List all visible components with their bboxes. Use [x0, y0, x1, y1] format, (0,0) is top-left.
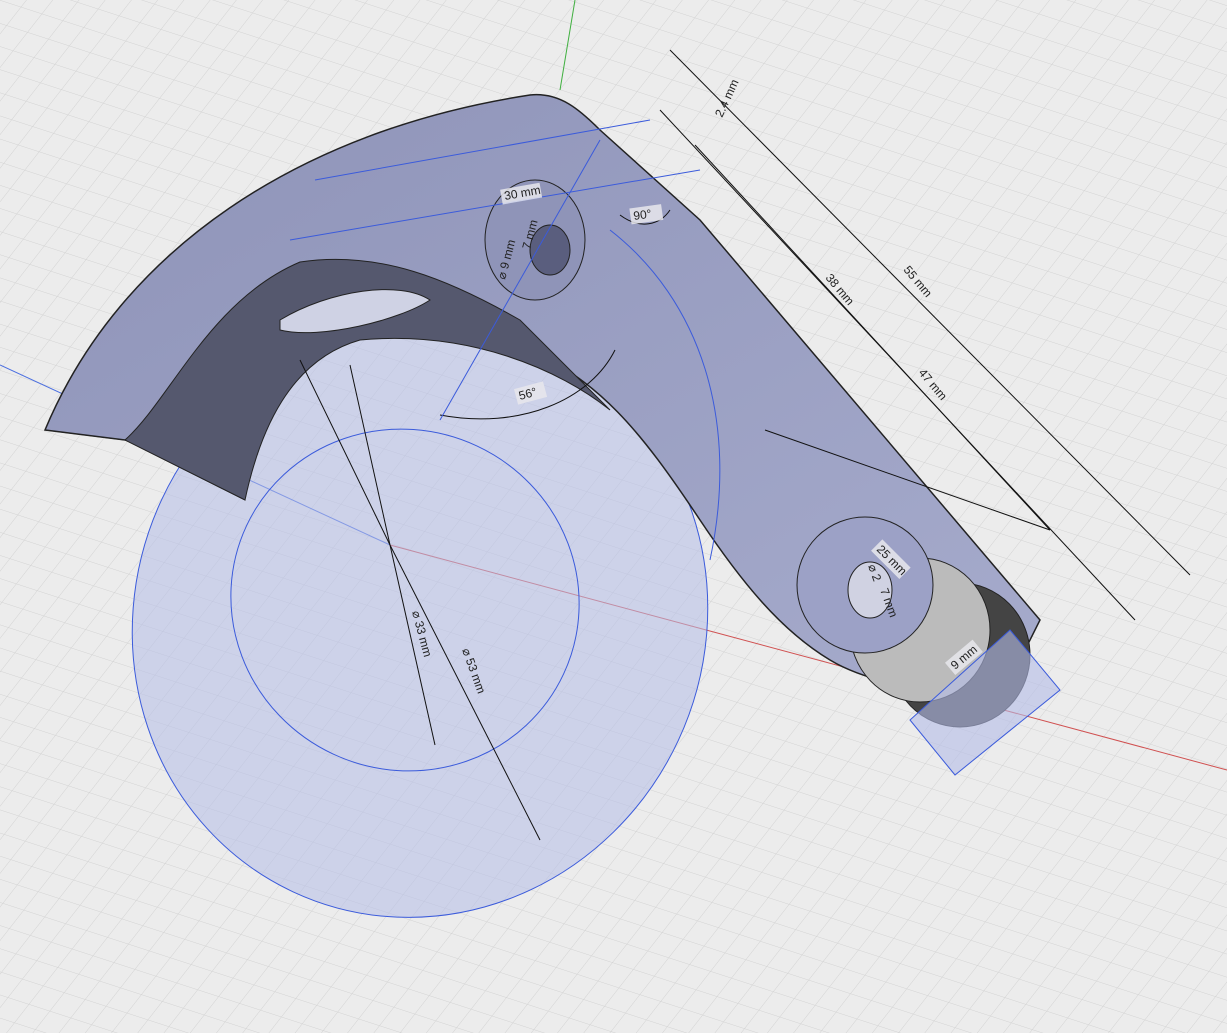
cad-viewport[interactable]: 2.4 mm 30 mm ⌀ 9 mm 7 mm 90° 55 mm 38 mm…	[0, 0, 1227, 1033]
svg-text:90°: 90°	[632, 207, 652, 223]
